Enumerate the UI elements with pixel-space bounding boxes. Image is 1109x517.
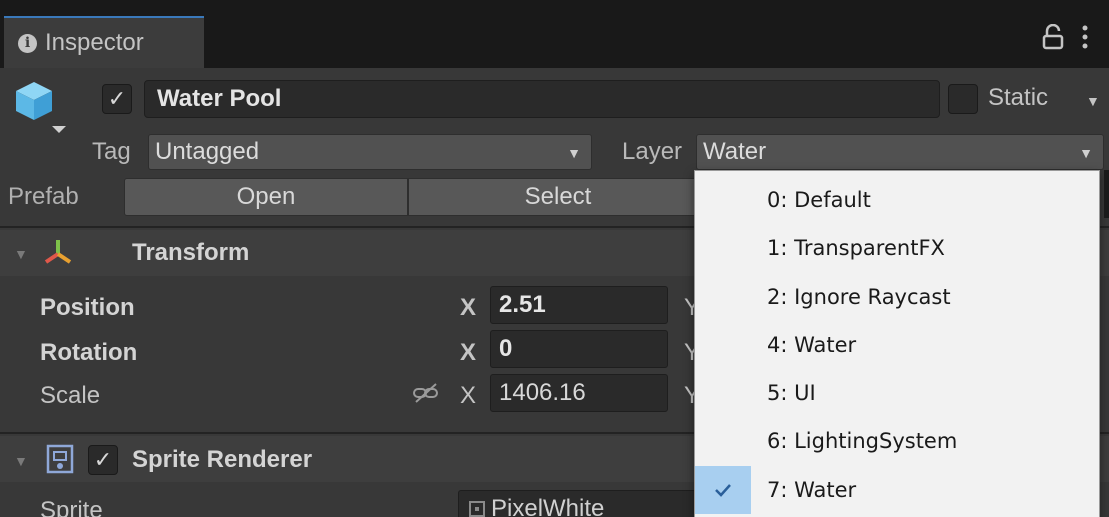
tab-bar: i Inspector xyxy=(0,0,1109,68)
checkmark-icon xyxy=(695,417,751,465)
checkmark-icon xyxy=(695,321,751,369)
sprite-renderer-title: Sprite Renderer xyxy=(132,446,313,473)
layer-menu-item[interactable]: 7: Water xyxy=(695,466,1099,514)
layer-menu-item-label: 2: Ignore Raycast xyxy=(767,285,951,309)
static-checkbox[interactable] xyxy=(948,84,978,114)
scale-label: Scale xyxy=(40,382,101,409)
scale-x-label[interactable]: X xyxy=(460,382,476,410)
window-edge xyxy=(1104,170,1109,218)
checkmark-icon xyxy=(695,466,751,514)
position-x-label[interactable]: X xyxy=(460,294,476,322)
tag-label: Tag xyxy=(92,138,131,165)
layer-menu-item-label: 7: Water xyxy=(767,478,857,502)
tab-inspector-label: Inspector xyxy=(45,29,144,56)
rotation-label: Rotation xyxy=(40,339,138,366)
position-x-field[interactable]: 2.51 xyxy=(490,286,668,324)
constrain-proportions-icon[interactable] xyxy=(412,382,440,404)
sprite-field-value: PixelWhite xyxy=(491,495,605,517)
scale-x-field[interactable]: 1406.16 xyxy=(490,374,668,412)
static-label: Static xyxy=(988,84,1049,111)
sprite-asset-icon xyxy=(469,501,485,517)
chevron-down-icon: ▼ xyxy=(1079,145,1093,161)
sprite-renderer-icon xyxy=(46,444,74,474)
checkmark-icon xyxy=(695,369,751,417)
transform-title: Transform xyxy=(132,239,250,266)
sprite-renderer-enabled-checkbox[interactable]: ✓ xyxy=(88,445,118,475)
tag-dropdown[interactable]: Untagged ▼ xyxy=(148,134,592,170)
layer-label: Layer xyxy=(622,138,683,165)
lock-icon[interactable] xyxy=(1042,24,1064,50)
more-options-icon[interactable] xyxy=(1080,22,1090,52)
checkmark-icon xyxy=(695,176,751,224)
layer-menu-item[interactable]: 1: TransparentFX xyxy=(695,224,1099,272)
layer-menu-item-label: 0: Default xyxy=(767,188,871,212)
gameobject-cube-icon[interactable] xyxy=(12,80,66,140)
foldout-arrow-icon[interactable]: ▼ xyxy=(14,246,28,262)
name-field[interactable]: Water Pool xyxy=(144,80,940,118)
checkmark-icon xyxy=(695,224,751,272)
rotation-x-label[interactable]: X xyxy=(460,339,476,367)
info-icon: i xyxy=(18,33,37,53)
layer-menu-item-label: 5: UI xyxy=(767,381,816,405)
layer-menu-item-label: 1: TransparentFX xyxy=(767,236,945,260)
transform-icon xyxy=(44,240,72,264)
prefab-label: Prefab xyxy=(8,183,79,210)
tag-dropdown-value: Untagged xyxy=(155,138,260,165)
layer-menu-item[interactable]: 5: UI xyxy=(695,369,1099,417)
layer-menu-item[interactable]: 2: Ignore Raycast xyxy=(695,273,1099,321)
active-checkbox[interactable]: ✓ xyxy=(102,84,132,114)
checkmark-icon xyxy=(695,273,751,321)
layer-menu-item-label: 4: Water xyxy=(767,333,857,357)
prefab-open-button[interactable]: Open xyxy=(124,178,408,216)
sprite-label: Sprite xyxy=(40,497,103,517)
layer-menu-item[interactable]: 6: LightingSystem xyxy=(695,417,1099,465)
layer-dropdown[interactable]: Water ▼ xyxy=(696,134,1104,170)
tab-inspector[interactable]: i Inspector xyxy=(4,16,204,68)
layer-menu-item-label: 6: LightingSystem xyxy=(767,429,958,453)
rotation-x-field[interactable]: 0 xyxy=(490,330,668,368)
position-label: Position xyxy=(40,294,135,321)
layer-menu-item[interactable]: 4: Water xyxy=(695,321,1099,369)
layer-dropdown-menu: 0: Default 1: TransparentFX 2: Ignore Rayc… xyxy=(694,170,1100,517)
prefab-select-button[interactable]: Select xyxy=(408,178,708,216)
layer-menu-item[interactable]: 0: Default xyxy=(695,176,1099,224)
layer-dropdown-value: Water xyxy=(703,138,767,165)
foldout-arrow-icon[interactable]: ▼ xyxy=(14,453,28,469)
inspector-window: i Inspector ✓ Water Pool Static ▼ Tag Un… xyxy=(0,0,1109,517)
chevron-down-icon: ▼ xyxy=(567,145,581,161)
static-dropdown-arrow-icon[interactable]: ▼ xyxy=(1086,93,1100,109)
sprite-object-field[interactable]: PixelWhite xyxy=(458,490,698,517)
